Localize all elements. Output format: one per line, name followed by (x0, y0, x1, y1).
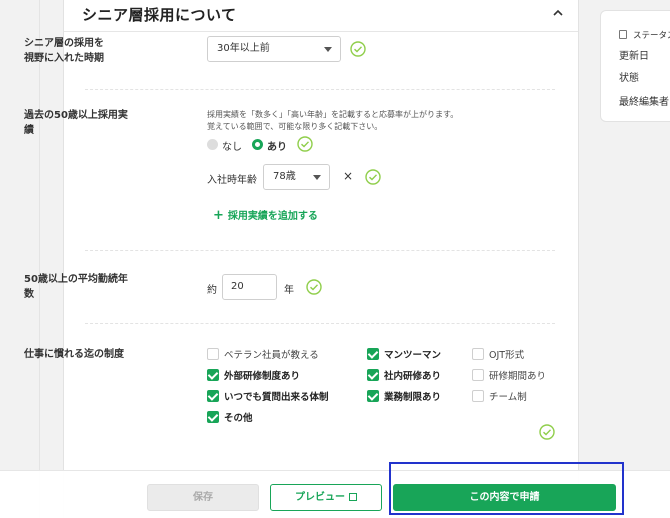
support-checkbox[interactable] (367, 369, 379, 381)
hire-timing-value: 30年以上前 (217, 43, 270, 54)
left-rail (0, 0, 40, 518)
hire-timing-select[interactable]: 30年以上前 (207, 36, 341, 62)
past-hires-label: 過去の50歳以上採用実 績 (24, 110, 128, 136)
radio-yes-label: あり (267, 142, 287, 153)
support-checkbox[interactable] (472, 369, 484, 381)
past-hires-note: 採用実績を「数多く」「高い年齢」を記載すると応募率が上がります。 覚えている範囲… (207, 110, 459, 131)
divider (85, 89, 555, 90)
external-link-icon (349, 493, 357, 501)
support-checkbox-label: 社内研修あり (384, 371, 442, 382)
valid-check-icon (297, 136, 313, 152)
page: ステータス 更新日 状態 最終編集者 シニア層採用について シニア層の採用を 視… (0, 0, 670, 518)
support-checkbox-label: 業務制限あり (384, 392, 442, 403)
section-title: シニア層採用について (82, 6, 237, 24)
age-value: 78歳 (273, 171, 296, 182)
support-checkbox-label: マンツーマン (384, 350, 442, 361)
support-checkbox-label: ベテラン社員が教える (224, 350, 319, 361)
valid-check-icon (365, 169, 381, 185)
preview-button[interactable]: プレビュー (270, 484, 382, 511)
support-checkbox[interactable] (472, 390, 484, 402)
save-button[interactable]: 保存 (147, 484, 259, 511)
add-hire-record-label: 採用実績を追加する (227, 211, 318, 222)
highlight-box (389, 462, 624, 515)
support-checkbox-label: 研修期間あり (489, 371, 547, 382)
building-icon (619, 30, 627, 39)
support-checkbox[interactable] (367, 390, 379, 402)
preview-label: プレビュー (295, 492, 345, 503)
valid-check-icon (306, 279, 322, 295)
status-last-editor-label: 最終編集者 (619, 97, 669, 108)
plus-icon: + (213, 208, 224, 223)
radio-none-label: なし (222, 142, 242, 153)
status-title: ステータス (633, 31, 670, 41)
tenure-label: 50歳以上の平均勤続年 数 (24, 274, 128, 300)
valid-check-icon (539, 424, 555, 440)
age-select[interactable]: 78歳 (263, 164, 330, 190)
support-checkbox[interactable] (207, 348, 219, 360)
hire-timing-label: シニア層の採用を 視野に入れた時期 (24, 38, 104, 64)
status-updated-label: 更新日 (619, 51, 649, 62)
age-label: 入社時年齢 (207, 175, 257, 186)
status-panel: ステータス 更新日 状態 最終編集者 (600, 10, 670, 122)
support-checkbox[interactable] (472, 348, 484, 360)
support-checkbox-label: チーム制 (489, 392, 527, 403)
support-checkbox-label: OJT形式 (489, 350, 525, 361)
add-hire-record-link[interactable]: + 採用実績を追加する (213, 207, 318, 223)
support-checkbox[interactable] (367, 348, 379, 360)
valid-check-icon (350, 41, 366, 57)
chevron-up-icon[interactable] (552, 7, 564, 19)
caret-down-icon (324, 47, 332, 52)
remove-icon[interactable]: × (343, 169, 353, 183)
support-checkbox-label: 外部研修制度あり (224, 371, 301, 382)
support-checkbox[interactable] (207, 390, 219, 402)
status-state-label: 状態 (619, 73, 639, 84)
senior-hiring-card: シニア層採用について (63, 0, 579, 518)
support-label: 仕事に慣れる迄の制度 (24, 349, 124, 360)
tenure-input[interactable]: 20 (222, 274, 277, 300)
support-checkbox[interactable] (207, 411, 219, 423)
tenure-value: 20 (231, 281, 244, 292)
radio-yes[interactable] (252, 139, 263, 150)
radio-none[interactable] (207, 139, 218, 150)
card-header[interactable]: シニア層採用について (64, 0, 578, 32)
support-checkbox-label: いつでも質問出来る体制 (224, 392, 329, 403)
divider (85, 323, 555, 324)
divider (85, 250, 555, 251)
support-checkbox[interactable] (207, 369, 219, 381)
tenure-prefix: 約 (207, 285, 217, 296)
tenure-suffix: 年 (284, 285, 294, 296)
caret-down-icon (313, 175, 321, 180)
support-checkbox-label: その他 (224, 413, 253, 424)
